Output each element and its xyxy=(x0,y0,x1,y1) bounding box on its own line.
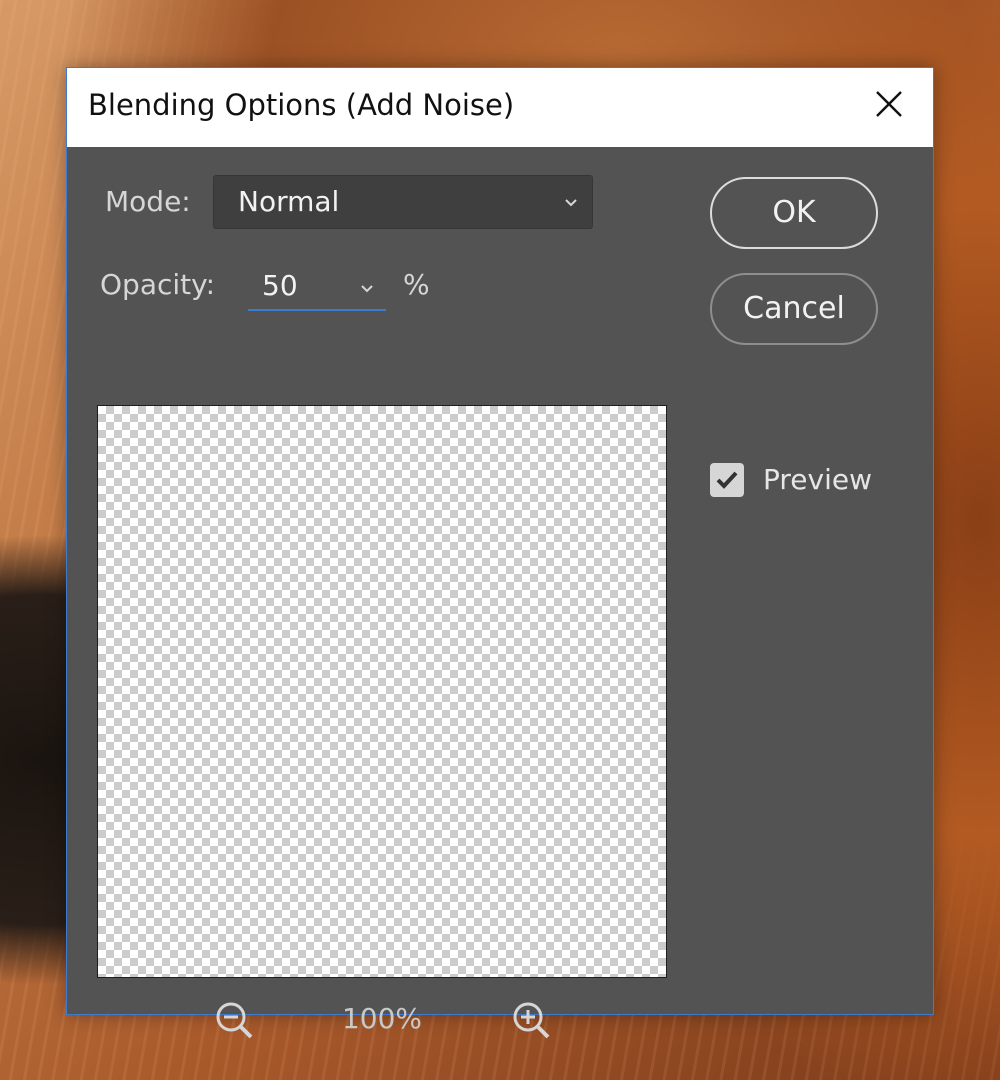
dialog-title: Blending Options (Add Noise) xyxy=(88,88,515,122)
mode-dropdown[interactable]: Normal xyxy=(213,175,593,229)
blending-options-dialog: Blending Options (Add Noise) Mode: Norma… xyxy=(66,67,934,1039)
opacity-label: Opacity: xyxy=(100,268,216,301)
close-button[interactable] xyxy=(869,84,909,124)
zoom-level: 100% xyxy=(341,1002,423,1035)
checkmark-icon xyxy=(716,471,738,489)
zoom-in-button[interactable] xyxy=(510,999,554,1043)
opacity-unit: % xyxy=(403,268,430,301)
dialog-content: Mode: Normal Opacity: 50 % OK Cancel Pre… xyxy=(67,147,933,1039)
preview-canvas[interactable] xyxy=(97,405,667,978)
opacity-value: 50 xyxy=(262,269,298,302)
preview-label: Preview xyxy=(763,463,872,496)
zoom-out-button[interactable] xyxy=(213,999,257,1043)
opacity-input[interactable]: 50 xyxy=(248,263,386,311)
title-bar[interactable]: Blending Options (Add Noise) xyxy=(67,68,933,147)
zoom-in-icon xyxy=(513,1002,550,1039)
mode-label: Mode: xyxy=(105,185,191,218)
preview-checkbox[interactable] xyxy=(710,463,744,497)
mode-value: Normal xyxy=(238,185,340,218)
chevron-down-icon[interactable] xyxy=(360,284,374,294)
cancel-button[interactable]: Cancel xyxy=(710,273,878,345)
chevron-down-icon xyxy=(565,199,577,207)
zoom-out-icon xyxy=(216,1002,253,1039)
ok-button[interactable]: OK xyxy=(710,177,878,249)
close-icon xyxy=(876,91,902,117)
